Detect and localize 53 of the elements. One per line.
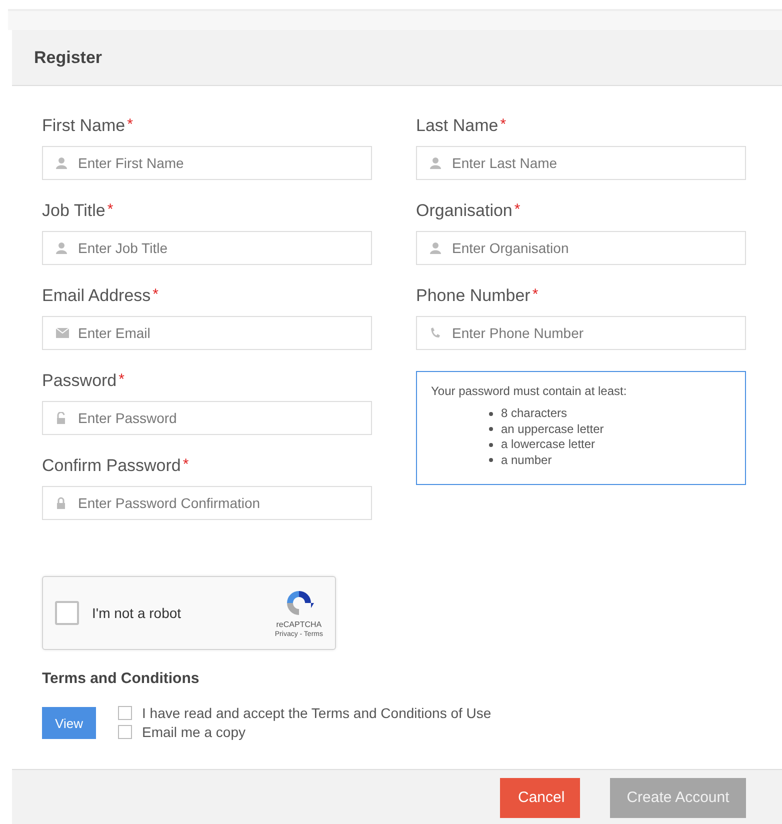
bullet-icon (489, 412, 493, 416)
cancel-button[interactable]: Cancel (500, 778, 580, 818)
rule-item: an uppercase letter (501, 422, 604, 437)
required-asterisk: * (127, 116, 133, 135)
field-label: Last Name (416, 116, 498, 136)
input-field[interactable]: Enter First Name (42, 146, 372, 180)
phone-icon (430, 328, 440, 338)
person-icon (56, 242, 67, 254)
field-label: Email Address (42, 286, 151, 306)
checkbox[interactable] (118, 706, 132, 720)
section-heading: Terms and Conditions (42, 670, 200, 687)
bullet-icon (489, 458, 493, 462)
person-icon (430, 157, 441, 169)
rule-item: a number (501, 452, 552, 468)
field-label: Confirm Password (42, 456, 181, 476)
input-field[interactable]: Enter Last Name (416, 146, 746, 180)
rules-intro: Your password must contain at least: (431, 384, 628, 398)
input-field[interactable]: Enter Email (42, 316, 372, 350)
unlocked-padlock-icon (56, 412, 66, 424)
required-asterisk: * (532, 286, 538, 305)
required-asterisk: * (500, 116, 506, 135)
required-asterisk: * (107, 201, 114, 220)
person-icon (430, 242, 441, 254)
checkbox-label: I have read and accept the Terms and Conditions of Use (142, 705, 492, 721)
recaptcha-brand: reCAPTCHA (276, 620, 322, 629)
checkbox-label: Email me a copy (142, 724, 246, 740)
input-field[interactable]: Enter Job Title (42, 231, 372, 265)
input-field[interactable]: Enter Organisation (416, 231, 746, 265)
person-icon (56, 157, 67, 169)
required-asterisk: * (152, 286, 159, 305)
rule-item: a lowercase letter (501, 437, 596, 452)
rule-item: 8 characters (501, 406, 568, 422)
bullet-icon (489, 442, 493, 447)
field-label: Job Title (42, 201, 106, 221)
input-field[interactable]: Enter Phone Number (416, 316, 746, 350)
checkbox[interactable] (118, 725, 132, 739)
captcha-label: I'm not a robot (92, 605, 182, 621)
field-label: Password (42, 371, 117, 391)
panel-title: Register (34, 48, 102, 68)
create-account-button[interactable]: Create Account (610, 778, 746, 818)
required-asterisk: * (514, 201, 520, 220)
envelope-icon (56, 328, 69, 338)
bullet-icon (489, 427, 493, 432)
padlock-icon (56, 497, 66, 509)
input-field[interactable]: Enter Password (42, 401, 372, 435)
field-label: Phone Number (416, 286, 530, 306)
view-button[interactable]: View (42, 707, 96, 739)
captcha-checkbox[interactable] (55, 601, 79, 625)
input-field[interactable]: Enter Password Confirmation (42, 486, 372, 520)
required-asterisk: * (182, 456, 189, 475)
field-label: First Name (42, 116, 126, 136)
required-asterisk: * (118, 371, 124, 390)
field-label: Organisation (416, 201, 512, 221)
